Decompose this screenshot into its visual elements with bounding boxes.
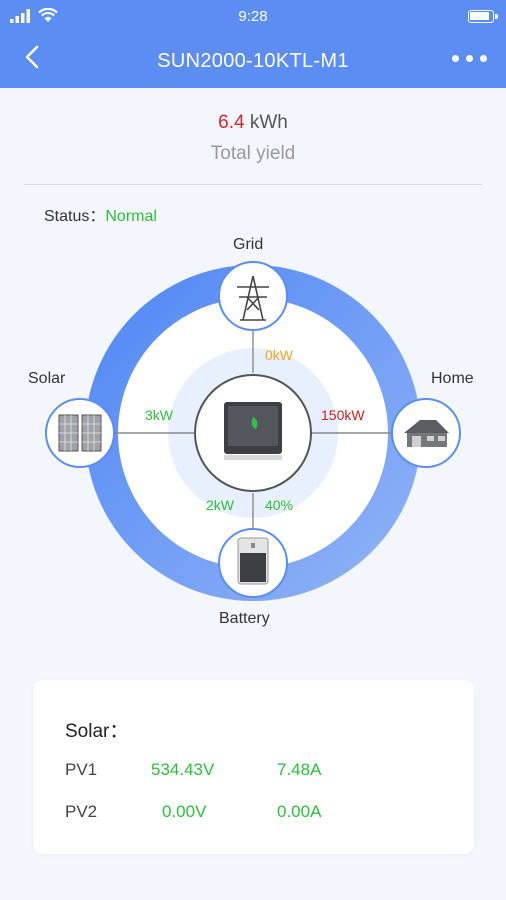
more-options-button[interactable]: [450, 47, 490, 69]
dot-icon: [466, 55, 473, 62]
total-yield-label: Total yield: [210, 143, 296, 164]
yield-unit: kWh: [249, 112, 288, 133]
inverter-icon: [224, 402, 282, 460]
status-line: Status：Normal: [44, 202, 157, 226]
pv-row: PV2 0.00V 0.00A: [33, 802, 474, 826]
solar-card-title: Solar：: [65, 721, 129, 742]
battery-soc: 40%: [265, 497, 294, 513]
energy-flow-diagram: Grid Solar Home Battery 0kW 3kW 150kW 2k…: [0, 230, 506, 630]
solar-power: 3kW: [145, 407, 173, 423]
solar-label: Solar: [28, 370, 66, 387]
pv-voltage: 0.00V: [162, 802, 207, 821]
solar-card: Solar： PV1 534.43V 7.48A PV2 0.00V 0.00A: [33, 680, 474, 854]
battery-unit-icon: [237, 537, 269, 585]
page-title: SUN2000-10KTL-M1: [157, 50, 349, 72]
yield-number: 6.4: [218, 112, 245, 133]
pv-name: PV1: [65, 760, 98, 779]
home-power: 150kW: [321, 407, 365, 423]
energy-flow-graphic: [45, 261, 461, 601]
home-label: Home: [431, 370, 474, 387]
pv-row: PV1 534.43V 7.48A: [33, 760, 474, 784]
dot-icon: [480, 55, 487, 62]
app-header: 9:28 SUN2000-10KTL-M1: [0, 0, 506, 88]
grid-label: Grid: [233, 236, 264, 253]
pv-name: PV2: [65, 802, 98, 821]
total-yield-value: 6.4 kWh: [0, 112, 506, 134]
dot-icon: [452, 55, 459, 62]
status-value: Normal: [105, 208, 157, 225]
pv-voltage: 534.43V: [151, 760, 215, 779]
pv-current: 7.48A: [277, 760, 322, 779]
battery-label: Battery: [219, 610, 270, 627]
battery-status-icon: [468, 10, 498, 23]
status-bar: 9:28: [0, 0, 506, 32]
grid-power: 0kW: [265, 347, 293, 363]
divider: [24, 184, 482, 185]
status-time: 9:28: [238, 8, 268, 25]
solar-node: [45, 398, 115, 468]
battery-power: 2kW: [206, 497, 234, 513]
pv-current: 0.00A: [277, 802, 322, 821]
status-label: Status：: [44, 208, 106, 225]
